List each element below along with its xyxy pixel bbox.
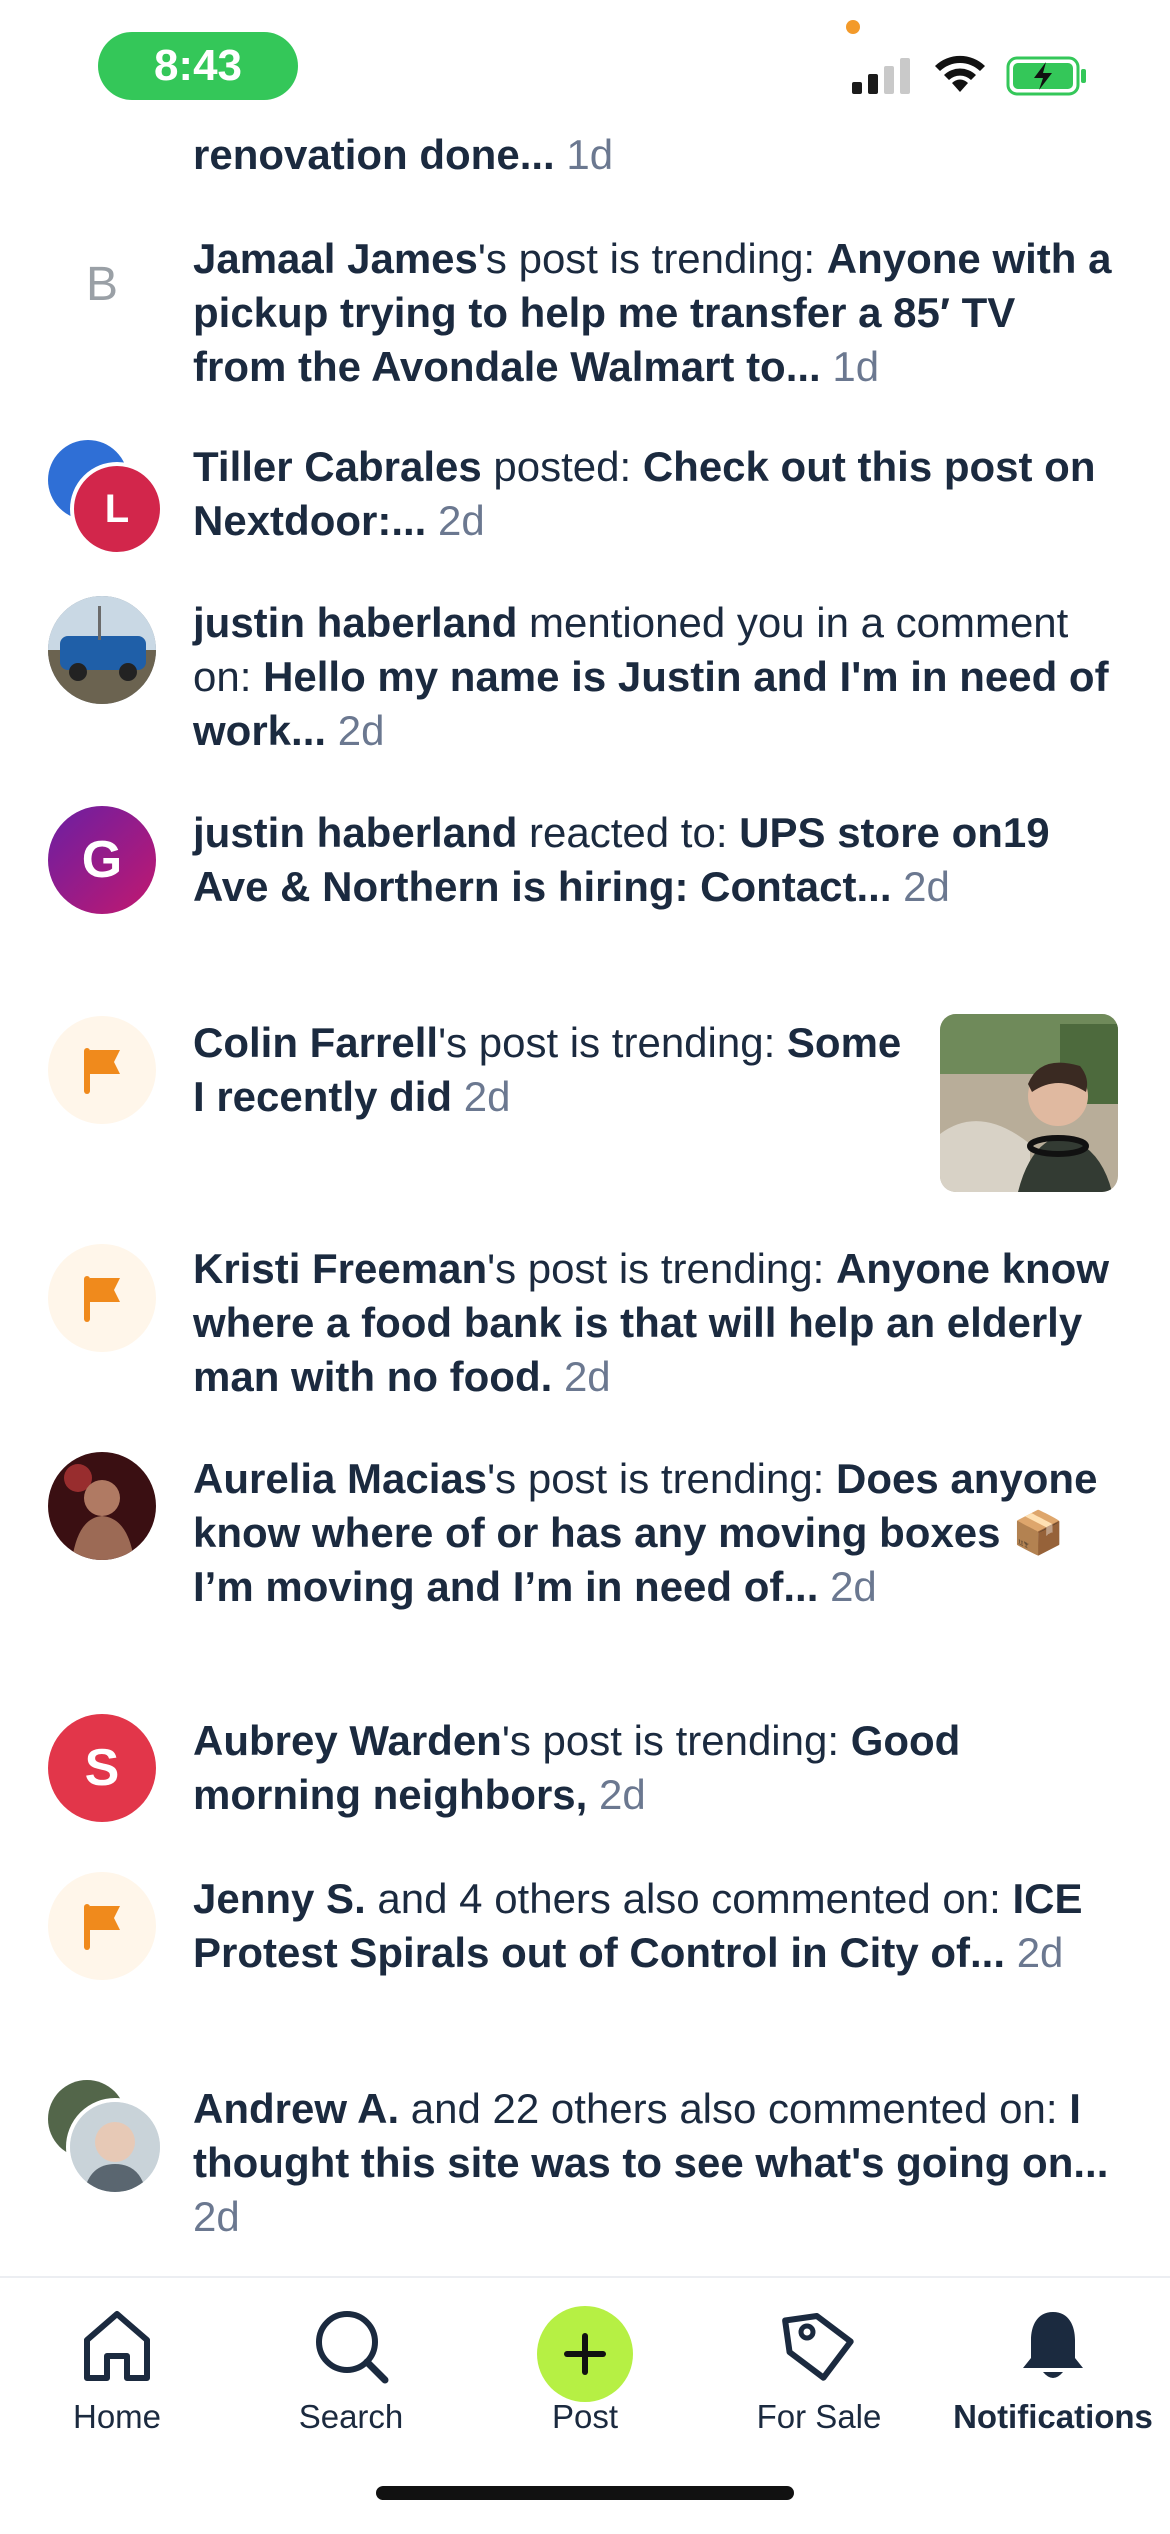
- avatar: B: [85, 257, 118, 311]
- tab-post-label: Post: [551, 2398, 619, 2435]
- notification-age: 2d: [903, 863, 950, 910]
- notification-item[interactable]: Tiller Cabrales posted: Check out this p…: [193, 440, 1118, 548]
- trending-flag-icon: [48, 1016, 156, 1124]
- notification-age: 2d: [1016, 1929, 1064, 1976]
- avatar: L: [70, 462, 164, 556]
- notification-age: 2d: [830, 1563, 877, 1610]
- tab-for-sale-label: For Sale: [756, 2398, 882, 2435]
- search-icon: [316, 2311, 389, 2384]
- tab-home-label: Home: [72, 2398, 162, 2435]
- tab-search-label: Search: [298, 2398, 404, 2435]
- notification-age: 2d: [438, 497, 485, 544]
- notification-item[interactable]: Colin Farrell's post is trending: Some I…: [193, 1016, 913, 1124]
- notification-age: 2d: [599, 1771, 646, 1818]
- avatar: S: [48, 1714, 156, 1822]
- notification-age: 2d: [337, 707, 385, 754]
- notification-age: 1d: [832, 343, 880, 390]
- notification-item[interactable]: Aubrey Warden's post is trending: Good m…: [193, 1714, 1118, 1822]
- notification-item[interactable]: justin haberland mentioned you in a comm…: [193, 596, 1118, 758]
- wifi-icon: [935, 55, 985, 92]
- notification-item[interactable]: justin haberland reacted to: UPS store o…: [193, 806, 1118, 914]
- post-thumbnail[interactable]: [940, 1014, 1118, 1192]
- home-icon: [84, 2311, 150, 2381]
- notification-snippet: renovation done...: [193, 131, 555, 178]
- notification-item[interactable]: Kristi Freeman's post is trending: Anyon…: [193, 1242, 1118, 1404]
- home-indicator[interactable]: [376, 2486, 794, 2500]
- notification-item[interactable]: Jamaal James's post is trending: Anyone …: [193, 232, 1118, 394]
- tab-notifications-label: Notifications: [953, 2398, 1153, 2435]
- notification-item[interactable]: Aurelia Macias's post is trending: Does …: [193, 1452, 1118, 1614]
- cellular-signal-icon: [852, 54, 910, 94]
- post-plus-icon: [537, 2306, 633, 2402]
- battery-charging-icon: [1006, 56, 1086, 96]
- status-time: 8:43: [98, 32, 298, 100]
- price-tag-icon: [782, 2313, 854, 2381]
- notification-age: 2d: [463, 1073, 511, 1120]
- avatar-photo: [48, 1452, 156, 1560]
- notification-age: 2d: [563, 1353, 611, 1400]
- notification-item[interactable]: Jenny S. and 4 others also commented on:…: [193, 1872, 1118, 1980]
- avatar-photo: [48, 596, 156, 704]
- notification-item[interactable]: renovation done... 1d: [193, 128, 1118, 182]
- notification-age: 1d: [566, 131, 614, 178]
- bell-icon: [1023, 2312, 1083, 2378]
- notification-item[interactable]: Andrew A. and 22 others also commented o…: [193, 2082, 1118, 2244]
- notification-age: 2d: [193, 2193, 240, 2240]
- avatar-photo: [66, 2098, 164, 2196]
- trending-flag-icon: [48, 1872, 156, 1980]
- status-bar: 8:43: [0, 0, 1170, 140]
- trending-flag-icon: [48, 1244, 156, 1352]
- avatar: G: [48, 806, 156, 914]
- privacy-indicator-dot: [846, 20, 860, 34]
